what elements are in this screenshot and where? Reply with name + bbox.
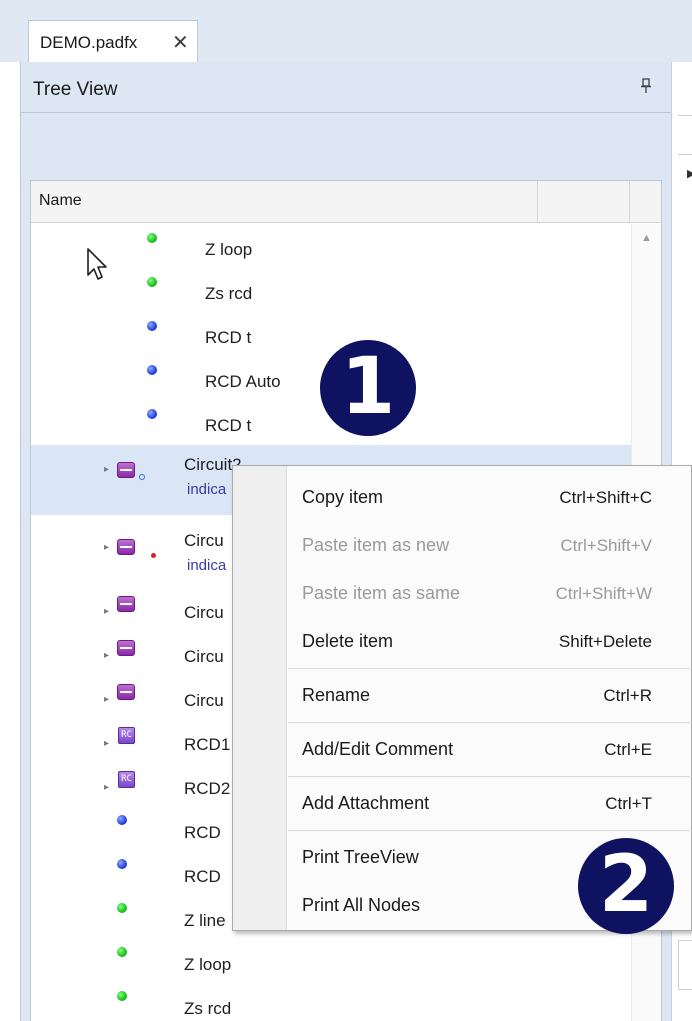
tree-row-label: Circu <box>184 603 224 622</box>
menu-item-shortcut: Shift+Delete <box>558 632 652 651</box>
menu-item-label: Paste item as new <box>302 535 450 555</box>
tree-header: Name <box>31 181 661 223</box>
tree-row-label: Circu <box>184 691 224 710</box>
tree-row-label: RCD t <box>205 328 252 347</box>
scroll-up-arrow-icon[interactable]: ▲ <box>641 232 652 244</box>
tree-row-label: RCD t <box>205 416 252 435</box>
callout-number: 1 <box>340 342 396 432</box>
tree-row-label: RCD <box>184 867 221 886</box>
menu-item-shortcut: Ctrl+T <box>605 794 652 813</box>
menu-item-label: Rename <box>302 685 371 705</box>
blue-status-dot-icon <box>147 409 157 419</box>
menu-item-label: Print All Nodes <box>302 895 421 915</box>
menu-item-shortcut: Ctrl+Shift+V <box>560 536 652 555</box>
column-header-name[interactable]: Name <box>39 192 82 210</box>
menu-item-rename[interactable]: Rename Ctrl+R <box>288 672 692 718</box>
tree-row-label: RCD Auto <box>205 372 281 391</box>
tree-row-label: RCD <box>184 823 221 842</box>
menu-item-label: Print TreeView <box>302 847 419 867</box>
tree-row-label: Z loop <box>205 240 253 259</box>
link-indicator-icon <box>139 474 145 480</box>
blue-status-dot-icon <box>147 321 157 331</box>
menu-item-label: Copy item <box>302 487 384 507</box>
menu-separator <box>288 668 692 669</box>
pin-icon[interactable] <box>640 78 652 99</box>
menu-separator <box>288 776 692 777</box>
document-tab[interactable]: DEMO.padfx ✕ <box>28 20 198 62</box>
green-status-dot-icon <box>147 277 157 287</box>
tree-row[interactable]: Zs rcd <box>31 271 631 315</box>
panel-title: Tree View <box>33 79 118 100</box>
menu-item-shortcut: Ctrl+Shift+C <box>559 488 652 507</box>
menu-item-label: Delete item <box>302 631 394 651</box>
column-separator[interactable] <box>537 181 538 223</box>
expand-arrow-icon[interactable]: ▸ <box>104 542 109 553</box>
menu-item-copy-item[interactable]: Copy item Ctrl+Shift+C <box>288 474 692 520</box>
green-status-dot-icon <box>117 947 127 957</box>
tree-row-label: RCD2 <box>184 779 231 798</box>
circuit-icon <box>117 462 135 478</box>
expand-arrow-icon[interactable]: ▸ <box>104 606 109 617</box>
context-menu-icon-gutter <box>233 466 287 930</box>
column-separator[interactable] <box>629 181 630 223</box>
menu-item-label: Add/Edit Comment <box>302 739 454 759</box>
menu-separator <box>288 830 692 831</box>
callout-badge-1: 1 <box>320 340 416 436</box>
expand-arrow-icon[interactable]: ▸ <box>104 782 109 793</box>
tree-row-label: Circu <box>184 531 224 550</box>
tree-row-label: Circu <box>184 647 224 666</box>
right-panel-bar <box>678 115 692 155</box>
tree-row-label: Z line <box>184 911 226 930</box>
expand-arrow-icon[interactable]: ▸ <box>104 694 109 705</box>
rcd-icon: RC <box>118 727 135 744</box>
menu-item-paste-as-same[interactable]: Paste item as same Ctrl+Shift+W <box>288 570 692 616</box>
tree-row-label: RCD1 <box>184 735 231 754</box>
menu-item-add-attachment[interactable]: Add Attachment Ctrl+T <box>288 780 692 826</box>
tree-row[interactable]: Zs rcd <box>31 985 631 1021</box>
expand-arrow-icon[interactable]: ▸ <box>104 650 109 661</box>
menu-item-add-edit-comment[interactable]: Add/Edit Comment Ctrl+E <box>288 726 692 772</box>
mouse-pointer-icon <box>87 248 107 280</box>
menu-item-label: Paste item as same <box>302 583 461 603</box>
tree-row-label: Z loop <box>184 955 232 974</box>
tree-row-sublabel: indica <box>187 481 227 498</box>
green-status-dot-icon <box>117 903 127 913</box>
green-status-dot-icon <box>117 991 127 1001</box>
circuit-icon <box>117 640 135 656</box>
tree-row-label: Zs rcd <box>184 999 232 1018</box>
error-indicator-icon <box>151 553 156 558</box>
tree-row-label: Zs rcd <box>205 284 253 303</box>
tree-row[interactable]: Z loop <box>31 941 631 985</box>
blue-status-dot-icon <box>117 859 127 869</box>
circuit-icon <box>117 539 135 555</box>
menu-item-label: Add Attachment <box>302 793 430 813</box>
green-status-dot-icon <box>147 233 157 243</box>
expand-arrow-icon[interactable]: ▸ <box>104 738 109 749</box>
close-icon[interactable]: ✕ <box>172 30 189 55</box>
circuit-icon <box>117 684 135 700</box>
expand-arrow-icon[interactable]: ▶ <box>687 167 692 180</box>
menu-separator <box>288 722 692 723</box>
callout-badge-2: 2 <box>578 838 674 934</box>
rcd-icon: RC <box>118 771 135 788</box>
menu-item-shortcut: Ctrl+Shift+W <box>555 584 652 603</box>
circuit-icon <box>117 596 135 612</box>
menu-item-shortcut: Ctrl+E <box>604 740 652 759</box>
blue-status-dot-icon <box>147 365 157 375</box>
tree-row-sublabel: indica <box>187 557 227 574</box>
blue-status-dot-icon <box>117 815 127 825</box>
callout-number: 2 <box>598 840 654 930</box>
document-tab-title: DEMO.padfx <box>40 33 138 52</box>
panel-title-divider <box>21 112 672 113</box>
menu-item-paste-as-new[interactable]: Paste item as new Ctrl+Shift+V <box>288 522 692 568</box>
tree-row[interactable]: Z loop <box>31 227 631 271</box>
expand-arrow-icon[interactable]: ▸ <box>104 464 109 475</box>
menu-item-delete-item[interactable]: Delete item Shift+Delete <box>288 618 692 664</box>
menu-item-shortcut: Ctrl+R <box>603 686 652 705</box>
right-panel-box <box>678 940 692 990</box>
